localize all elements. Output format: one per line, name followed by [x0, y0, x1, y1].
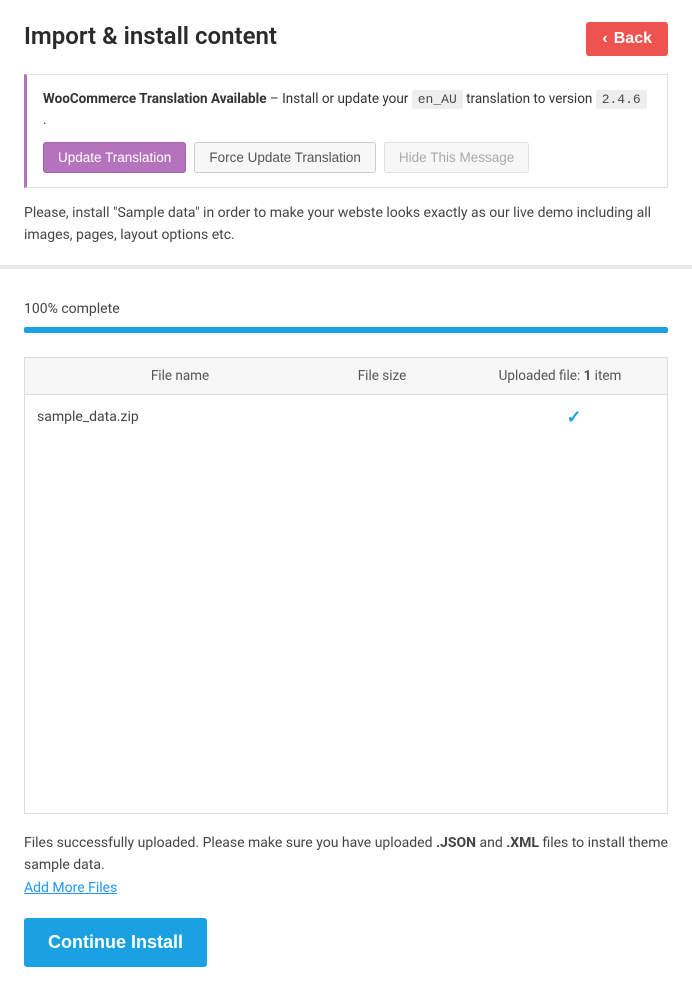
file-uploaded-cell: ✓ — [481, 407, 667, 428]
file-name-cell: sample_data.zip — [25, 409, 311, 425]
upload-table: File name File size Uploaded file: 1 ite… — [24, 357, 668, 814]
table-header: File name File size Uploaded file: 1 ite… — [25, 358, 667, 395]
update-translation-button[interactable]: Update Translation — [43, 142, 186, 173]
notice-text: WooCommerce Translation Available – Inst… — [43, 89, 651, 130]
table-body[interactable]: sample_data.zip ✓ — [25, 395, 667, 813]
progress-label: 100% complete — [24, 301, 668, 317]
back-button[interactable]: ‹ Back — [586, 22, 668, 56]
col-header-name: File name — [63, 368, 297, 384]
locale-code: en_AU — [412, 90, 463, 109]
table-row: sample_data.zip ✓ — [25, 395, 667, 440]
upload-status-text: Files successfully uploaded. Please make… — [24, 832, 668, 877]
add-more-files-link[interactable]: Add More Files — [24, 880, 117, 896]
version-code: 2.4.6 — [596, 90, 647, 109]
col-header-uploaded: Uploaded file: 1 item — [467, 368, 667, 384]
continue-install-button[interactable]: Continue Install — [24, 918, 207, 967]
col-header-size: File size — [297, 368, 467, 384]
chevron-left-icon: ‹ — [602, 31, 607, 47]
progress-bar — [24, 327, 668, 333]
hide-message-button[interactable]: Hide This Message — [384, 142, 529, 173]
check-icon: ✓ — [566, 407, 581, 428]
back-button-label: Back — [614, 30, 652, 48]
page-title: Import & install content — [24, 22, 277, 50]
notice-strong: WooCommerce Translation Available — [43, 91, 267, 107]
force-update-translation-button[interactable]: Force Update Translation — [194, 142, 376, 173]
intro-text: Please, install "Sample data" in order t… — [24, 202, 668, 247]
translation-notice: WooCommerce Translation Available – Inst… — [24, 74, 668, 188]
